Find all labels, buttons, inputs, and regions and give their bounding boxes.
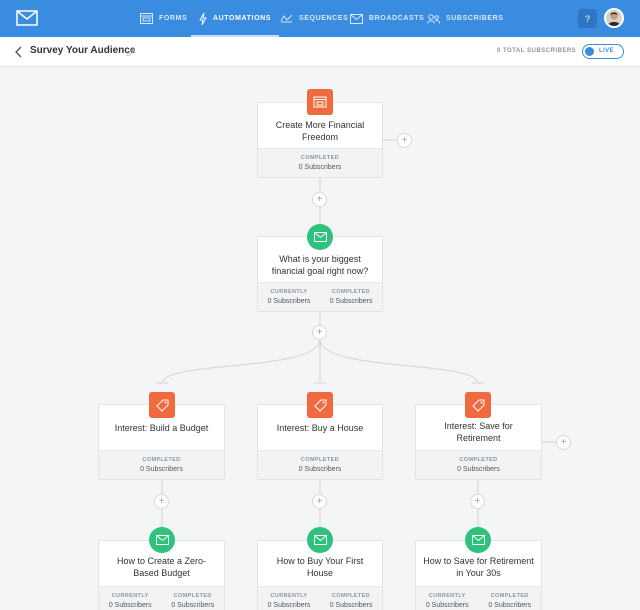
card-title: How to Buy Your First House <box>276 556 364 578</box>
envelope-icon <box>313 535 327 545</box>
form-icon <box>313 96 327 108</box>
add-step-button[interactable]: + <box>312 494 327 509</box>
stat: COMPLETED 0 Subscribers <box>162 587 225 610</box>
stat: CURRENTLY 0 Subscribers <box>258 283 320 311</box>
stat-value: 0 Subscribers <box>425 602 469 609</box>
card-stats: CURRENTLY 0 Subscribers COMPLETED 0 Subs… <box>258 586 382 610</box>
card-stats: COMPLETED 0 Subscribers <box>258 148 382 177</box>
stat-label: COMPLETED <box>490 593 529 599</box>
card-stats: CURRENTLY 0 Subscribers COMPLETED 0 Subs… <box>99 586 224 610</box>
stat-label: COMPLETED <box>300 457 340 463</box>
card-stats: COMPLETED 0 Subscribers <box>416 450 541 479</box>
form-trigger-badge <box>307 89 333 115</box>
tag-event-badge <box>149 392 175 418</box>
stat: CURRENTLY 0 Subscribers <box>416 587 479 610</box>
email-action-badge <box>465 527 491 553</box>
card-stats: COMPLETED 0 Subscribers <box>258 450 382 479</box>
stat-value: 0 Subscribers <box>267 298 311 305</box>
stat-value: 0 Subscribers <box>329 298 373 305</box>
tag-event-badge <box>465 392 491 418</box>
stat-label: COMPLETED <box>331 289 371 295</box>
stat: CURRENTLY 0 Subscribers <box>258 587 320 610</box>
card-title: What is your biggest financial goal righ… <box>271 254 369 276</box>
tag-event-badge <box>307 392 333 418</box>
add-step-button[interactable]: + <box>312 192 327 207</box>
tag-icon <box>155 399 168 412</box>
add-step-button[interactable]: + <box>154 494 169 509</box>
stat-label: COMPLETED <box>331 593 371 599</box>
add-step-button[interactable]: + <box>397 133 412 148</box>
stat-value: 0 Subscribers <box>108 602 152 609</box>
add-step-button[interactable]: + <box>470 494 485 509</box>
card-title: Create More Financial Freedom <box>275 120 365 142</box>
stat-label: COMPLETED <box>300 155 340 161</box>
stat: COMPLETED 0 Subscribers <box>416 451 541 479</box>
email-action-badge <box>307 527 333 553</box>
stat-label: CURRENTLY <box>270 593 308 599</box>
stat: COMPLETED 0 Subscribers <box>320 283 382 311</box>
stat-label: CURRENTLY <box>270 289 308 295</box>
stat-label: COMPLETED <box>142 457 181 463</box>
email-action-badge <box>307 224 333 250</box>
tag-icon <box>313 399 326 412</box>
stat-label: CURRENTLY <box>428 593 466 599</box>
stat-value: 0 Subscribers <box>488 602 532 609</box>
stat-value: 0 Subscribers <box>457 466 500 473</box>
stat-label: COMPLETED <box>173 593 212 599</box>
stat: COMPLETED 0 Subscribers <box>99 451 224 479</box>
envelope-icon <box>471 535 485 545</box>
tag-icon <box>471 399 484 412</box>
card-title: Interest: Buy a House <box>276 423 364 433</box>
envelope-icon <box>155 535 169 545</box>
stat: COMPLETED 0 Subscribers <box>479 587 542 610</box>
stat-label: CURRENTLY <box>111 593 149 599</box>
card-title: How to Create a Zero-Based Budget <box>116 556 207 578</box>
stat: COMPLETED 0 Subscribers <box>258 451 382 479</box>
add-step-button[interactable]: + <box>312 325 327 340</box>
card-title: How to Save for Retirement in Your 30s <box>423 556 534 578</box>
stat-value: 0 Subscribers <box>267 602 311 609</box>
card-title: Interest: Save for Retirement <box>444 421 513 443</box>
stat: COMPLETED 0 Subscribers <box>320 587 382 610</box>
envelope-icon <box>313 232 327 242</box>
card-title: Interest: Build a Budget <box>114 423 209 433</box>
stat-value: 0 Subscribers <box>298 466 342 473</box>
stat-value: 0 Subscribers <box>171 602 215 609</box>
email-action-badge <box>149 527 175 553</box>
stat-label: COMPLETED <box>459 457 498 463</box>
stat: CURRENTLY 0 Subscribers <box>99 587 162 610</box>
card-stats: COMPLETED 0 Subscribers <box>99 450 224 479</box>
add-step-button[interactable]: + <box>556 435 571 450</box>
stat-value: 0 Subscribers <box>140 466 183 473</box>
stat: COMPLETED 0 Subscribers <box>258 149 382 177</box>
card-stats: CURRENTLY 0 Subscribers COMPLETED 0 Subs… <box>258 282 382 311</box>
stat-value: 0 Subscribers <box>329 602 373 609</box>
stat-value: 0 Subscribers <box>298 164 342 171</box>
card-stats: CURRENTLY 0 Subscribers COMPLETED 0 Subs… <box>416 586 541 610</box>
